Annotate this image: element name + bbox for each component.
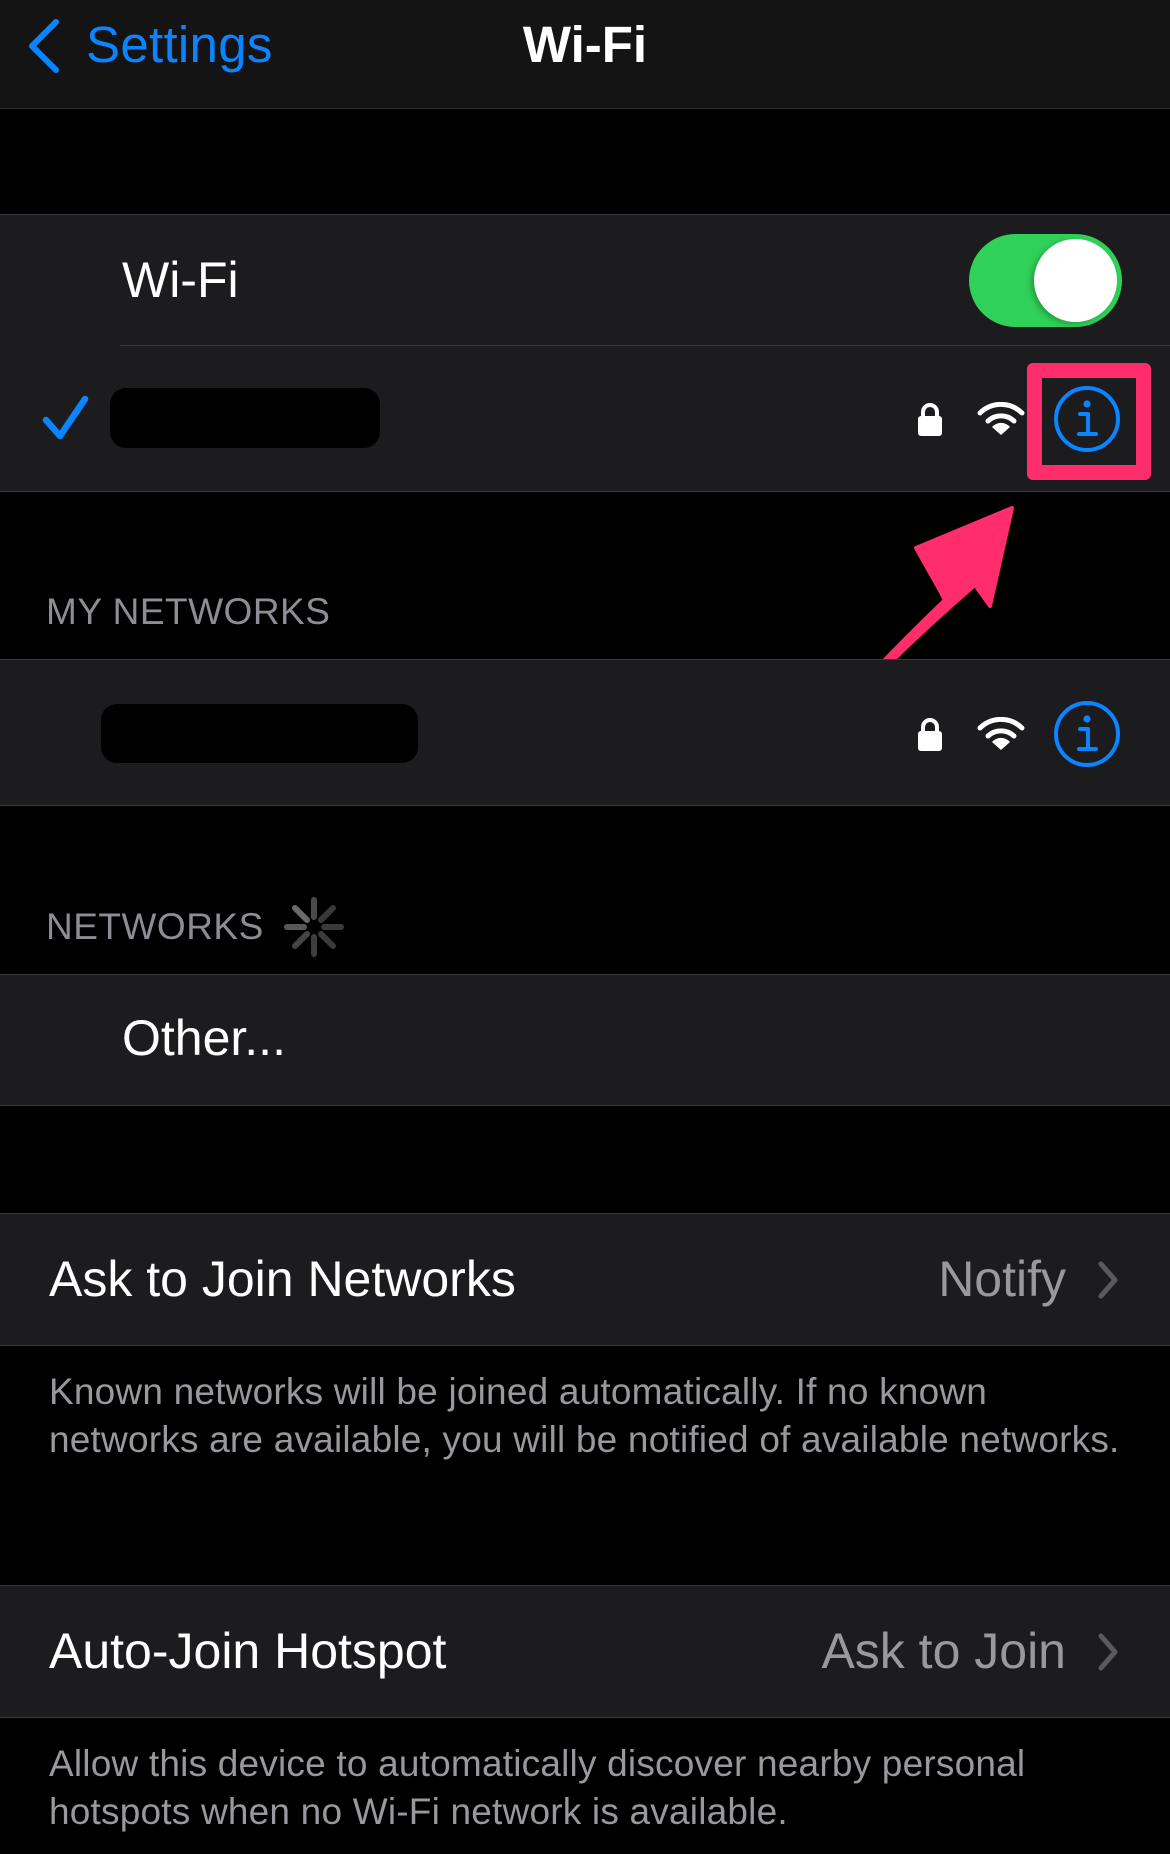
wifi-signal-icon [977, 717, 1025, 750]
info-icon [1054, 701, 1120, 767]
ask-to-join-row[interactable]: Ask to Join Networks Notify [0, 1214, 1170, 1344]
auto-join-hotspot-description: Allow this device to automatically disco… [49, 1743, 1026, 1832]
lock-icon [918, 718, 942, 751]
chevron-right-icon [1098, 1633, 1118, 1671]
annotation-highlight-box [1027, 363, 1151, 480]
wifi-toggle-label: Wi-Fi [122, 252, 239, 308]
my-networks-header: MY NETWORKS [46, 591, 331, 632]
connected-network-name-redacted [110, 388, 380, 448]
ask-to-join-description: Known networks will be joined automatica… [49, 1371, 1120, 1460]
other-network-label: Other... [122, 1010, 286, 1066]
my-network-info-button[interactable] [1052, 699, 1122, 769]
networks-header: NETWORKS [46, 906, 264, 947]
wifi-signal-icon [977, 402, 1025, 435]
checkmark-icon [42, 395, 89, 440]
other-network-row[interactable]: Other... [0, 975, 1170, 1104]
chevron-right-icon [1098, 1261, 1118, 1299]
loading-spinner-icon [284, 897, 344, 957]
ask-to-join-label: Ask to Join Networks [49, 1251, 516, 1307]
auto-join-hotspot-row[interactable]: Auto-Join Hotspot Ask to Join [0, 1586, 1170, 1716]
my-network-name-redacted [101, 704, 418, 763]
ask-to-join-value: Notify [938, 1251, 1066, 1307]
page-title: Wi-Fi [522, 16, 648, 73]
wifi-toggle-knob [1034, 239, 1117, 322]
auto-join-hotspot-value: Ask to Join [821, 1623, 1066, 1679]
lock-icon [918, 403, 942, 436]
auto-join-hotspot-label: Auto-Join Hotspot [49, 1623, 447, 1679]
